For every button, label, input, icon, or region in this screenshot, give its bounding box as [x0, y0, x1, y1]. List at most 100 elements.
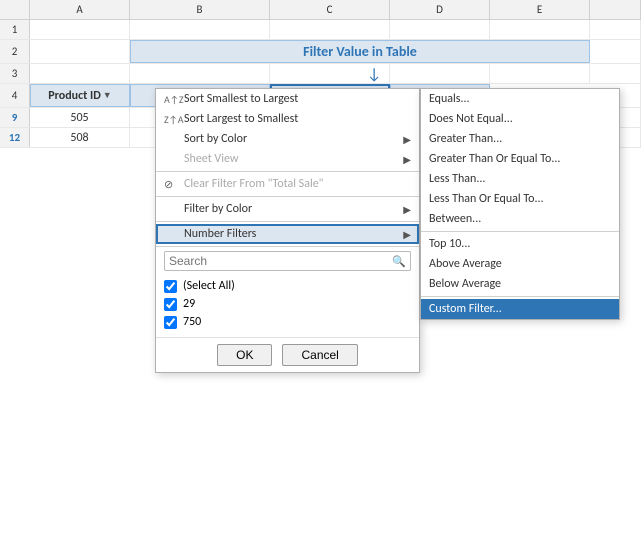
cell-1d [270, 20, 390, 39]
greater-than-label: Greater Than... [429, 132, 502, 146]
row-num-2: 2 [0, 40, 30, 63]
blue-down-arrow: ↓ [367, 65, 381, 84]
filter-color-arrow: ▶ [403, 203, 411, 216]
spreadsheet: A B C D E 1 2 Filter Value in Table 3 [0, 0, 641, 558]
cell-2rest [590, 40, 641, 63]
clear-filter-label: Clear Filter From "Total Sale" [184, 177, 323, 191]
cell-12b: 508 [30, 128, 130, 147]
equals-item[interactable]: Equals... [421, 89, 619, 109]
between-label: Between... [429, 212, 481, 226]
product-id-filter-icon[interactable]: ▼ [103, 90, 112, 101]
filter-color-label: Filter by Color [184, 202, 252, 216]
product-id-label: Product ID [48, 89, 101, 103]
row-2: 2 Filter Value in Table [0, 40, 641, 64]
sheet-view-item: Sheet View ▶ [156, 149, 419, 169]
not-equal-label: Does Not Equal... [429, 112, 513, 126]
sheet-view-label: Sheet View [184, 152, 238, 166]
sort-asc-label: Sort Smallest to Largest [184, 92, 298, 106]
search-input[interactable] [169, 254, 392, 268]
search-icon: 🔍 [392, 255, 406, 268]
row-num-4: 4 [0, 84, 30, 107]
custom-filter-item[interactable]: Custom Filter... [421, 299, 619, 319]
sort-color-arrow: ▶ [403, 133, 411, 146]
not-equal-item[interactable]: Does Not Equal... [421, 109, 619, 129]
cell-1b [30, 20, 130, 39]
between-item[interactable]: Between... [421, 209, 619, 229]
equals-label: Equals... [429, 92, 470, 106]
greater-equal-label: Greater Than Or Equal To... [429, 152, 560, 166]
number-filters-label: Number Filters [184, 227, 256, 241]
checkbox-29-label: 29 [183, 297, 195, 311]
checkbox-select-all-input[interactable] [164, 280, 177, 293]
row-1: 1 [0, 20, 641, 40]
submenu-separator [421, 231, 619, 232]
corner-cell [0, 0, 30, 19]
greater-than-item[interactable]: Greater Than... [421, 129, 619, 149]
checkbox-750[interactable]: 750 [164, 313, 411, 331]
col-header-c: B [130, 0, 270, 19]
sort-desc-icon: Z↑A [164, 113, 184, 126]
cell-3f [490, 64, 590, 83]
checkbox-750-label: 750 [183, 315, 201, 329]
custom-filter-label: Custom Filter... [429, 302, 502, 316]
row-num-1: 1 [0, 20, 30, 39]
separator-2 [156, 196, 419, 197]
cell-3rest [590, 64, 641, 83]
less-equal-item[interactable]: Less Than Or Equal To... [421, 189, 619, 209]
cell-9b: 505 [30, 108, 130, 127]
title-cell: Filter Value in Table [130, 40, 590, 63]
filter-color-item[interactable]: Filter by Color ▶ [156, 199, 419, 219]
checkbox-list: (Select All) 29 750 [156, 275, 419, 337]
cell-3e [390, 64, 490, 83]
cell-product-id[interactable]: Product ID ▼ [30, 84, 130, 107]
checkbox-select-all[interactable]: (Select All) [164, 277, 411, 295]
sort-asc-item[interactable]: A↑Z Sort Smallest to Largest [156, 89, 419, 109]
ok-button[interactable]: OK [217, 344, 272, 366]
checkbox-29[interactable]: 29 [164, 295, 411, 313]
above-avg-item[interactable]: Above Average [421, 254, 619, 274]
separator-3 [156, 221, 419, 222]
sort-color-item[interactable]: Sort by Color ▶ [156, 129, 419, 149]
col-header-b: A [30, 0, 130, 19]
cell-1c [130, 20, 270, 39]
less-than-item[interactable]: Less Than... [421, 169, 619, 189]
cell-1e [390, 20, 490, 39]
row-3: 3 [0, 64, 641, 84]
dialog-buttons: OK Cancel [156, 337, 419, 372]
less-equal-label: Less Than Or Equal To... [429, 192, 544, 206]
number-filters-item[interactable]: Number Filters ▶ [156, 224, 419, 244]
sort-asc-icon: A↑Z [164, 93, 184, 106]
checkbox-select-all-label: (Select All) [183, 279, 235, 293]
cell-1f [490, 20, 590, 39]
dropdown-menu: A↑Z Sort Smallest to Largest Z↑A Sort La… [155, 88, 420, 373]
top10-item[interactable]: Top 10... [421, 234, 619, 254]
separator-1 [156, 171, 419, 172]
submenu-separator-2 [421, 296, 619, 297]
above-avg-label: Above Average [429, 257, 502, 271]
column-headers: A B C D E [0, 0, 641, 20]
checkbox-29-input[interactable] [164, 298, 177, 311]
cell-3b [30, 64, 130, 83]
cancel-button[interactable]: Cancel [282, 344, 357, 366]
cell-3c [130, 64, 270, 83]
sheet-view-arrow: ▶ [403, 153, 411, 166]
sort-desc-label: Sort Largest to Smallest [184, 112, 298, 126]
row-num-9: 9 [0, 108, 30, 127]
sort-desc-item[interactable]: Z↑A Sort Largest to Smallest [156, 109, 419, 129]
top10-label: Top 10... [429, 237, 470, 251]
number-filters-submenu: Equals... Does Not Equal... Greater Than… [420, 88, 620, 320]
search-box[interactable]: 🔍 [164, 251, 411, 271]
col-header-f: E [490, 0, 590, 19]
clear-filter-item: ⊘ Clear Filter From "Total Sale" [156, 174, 419, 194]
checkbox-750-input[interactable] [164, 316, 177, 329]
col-header-e: D [390, 0, 490, 19]
sort-color-label: Sort by Color [184, 132, 247, 146]
greater-equal-item[interactable]: Greater Than Or Equal To... [421, 149, 619, 169]
separator-4 [156, 246, 419, 247]
col-header-rest [590, 0, 641, 19]
cell-1rest [590, 20, 641, 39]
below-avg-label: Below Average [429, 277, 501, 291]
row-num-12: 12 [0, 128, 30, 147]
cell-2b [30, 40, 130, 63]
below-avg-item[interactable]: Below Average [421, 274, 619, 294]
